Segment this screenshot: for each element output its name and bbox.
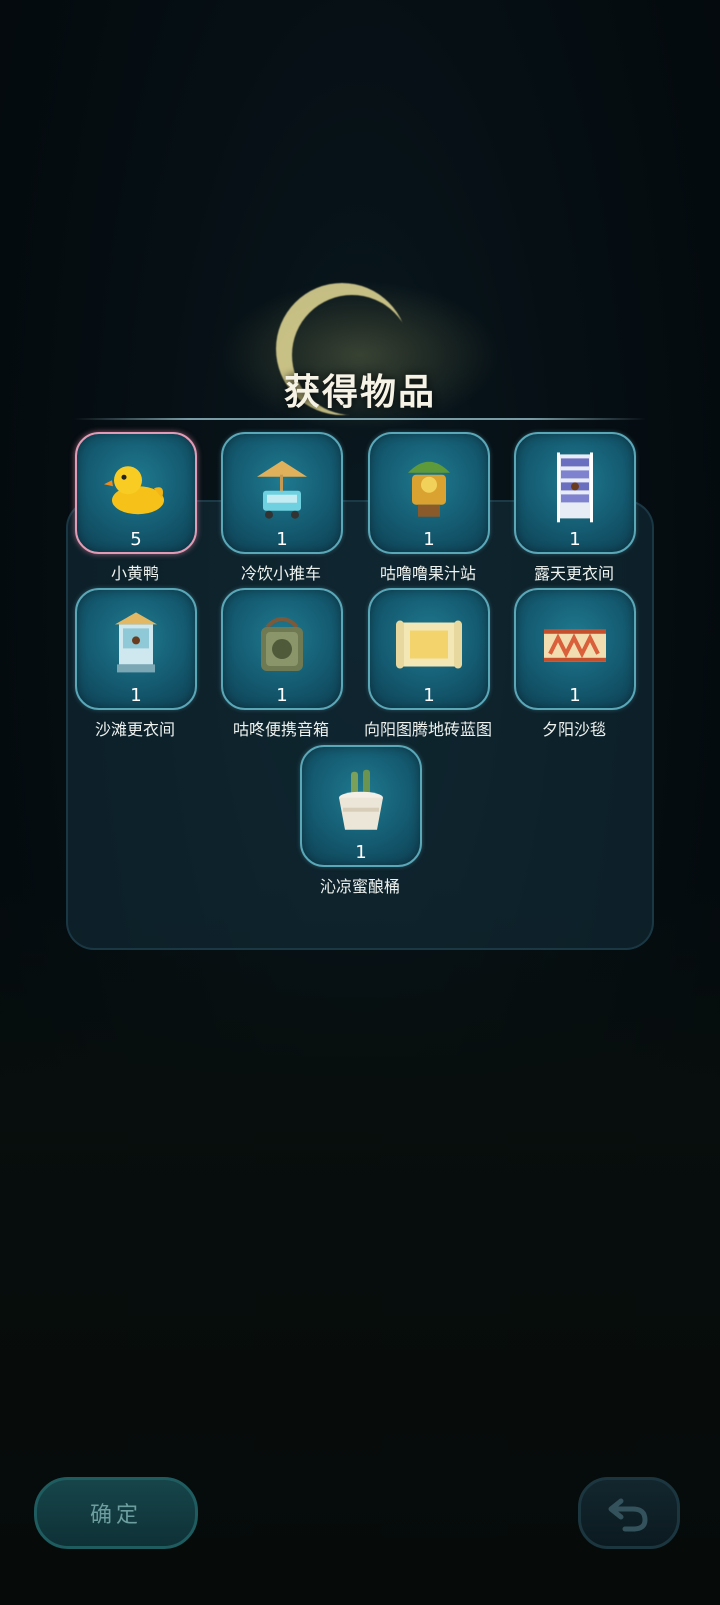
item-name: 冷饮小推车 <box>240 564 321 583</box>
item-tile[interactable]: 5 <box>75 432 197 554</box>
item-count: 1 <box>423 685 435 706</box>
item-count: 1 <box>569 685 581 706</box>
title-divider <box>74 418 646 420</box>
dialog-title: 获得物品 <box>283 372 436 413</box>
item-tile[interactable]: 1 <box>514 588 636 710</box>
item-count: 1 <box>423 529 435 550</box>
item-name: 夕阳沙毯 <box>541 720 606 739</box>
return-arrow-icon <box>608 1498 648 1532</box>
ice-bucket-icon <box>339 769 383 830</box>
item-name: 小黄鸭 <box>110 564 159 583</box>
rubber-duck-icon <box>104 466 164 515</box>
item-count: 1 <box>276 529 288 550</box>
reward-item[interactable]: 1 冷饮小推车 <box>221 432 343 584</box>
reward-item[interactable]: 5 小黄鸭 <box>75 432 197 584</box>
back-button[interactable] <box>578 1477 680 1549</box>
reward-item[interactable]: 1 沙滩更衣间 <box>75 588 197 740</box>
item-tile[interactable]: 1 <box>75 588 197 710</box>
item-count: 1 <box>130 685 142 706</box>
item-name: 沁凉蜜酿桶 <box>319 877 400 896</box>
item-count: 5 <box>130 529 142 550</box>
item-count: 1 <box>355 842 367 863</box>
beach-changing-room-icon <box>115 612 157 673</box>
item-count: 1 <box>276 685 288 706</box>
portable-speaker-icon <box>261 617 303 672</box>
item-name: 咕咚便携音箱 <box>232 720 329 739</box>
item-tile[interactable]: 1 <box>221 588 343 710</box>
item-name: 咕噜噜果汁站 <box>379 564 476 583</box>
item-name: 沙滩更衣间 <box>94 720 175 739</box>
cold-drink-cart-icon <box>257 460 307 519</box>
reward-item[interactable]: 1 向阳图腾地砖蓝图 <box>364 588 492 740</box>
reward-item[interactable]: 1 夕阳沙毯 <box>514 588 636 740</box>
outdoor-changing-room-icon <box>557 452 593 523</box>
item-tile[interactable]: 1 <box>368 588 490 710</box>
confirm-button[interactable]: 确定 <box>34 1477 198 1549</box>
blueprint-scroll-icon <box>396 620 462 669</box>
reward-item[interactable]: 1 沁凉蜜酿桶 <box>300 745 422 897</box>
juice-stand-icon <box>408 461 450 517</box>
sunset-rug-icon <box>544 629 606 662</box>
item-tile[interactable]: 1 <box>221 432 343 554</box>
item-name: 露天更衣间 <box>533 564 614 583</box>
item-tile[interactable]: 1 <box>368 432 490 554</box>
item-tile[interactable]: 1 <box>300 745 422 867</box>
reward-item[interactable]: 1 露天更衣间 <box>514 432 636 584</box>
item-count: 1 <box>569 529 581 550</box>
reward-item[interactable]: 1 咕噜噜果汁站 <box>368 432 490 584</box>
item-name: 向阳图腾地砖蓝图 <box>363 720 492 739</box>
confirm-button-label: 确定 <box>89 1503 142 1528</box>
item-tile[interactable]: 1 <box>514 432 636 554</box>
reward-item[interactable]: 1 咕咚便携音箱 <box>221 588 343 740</box>
